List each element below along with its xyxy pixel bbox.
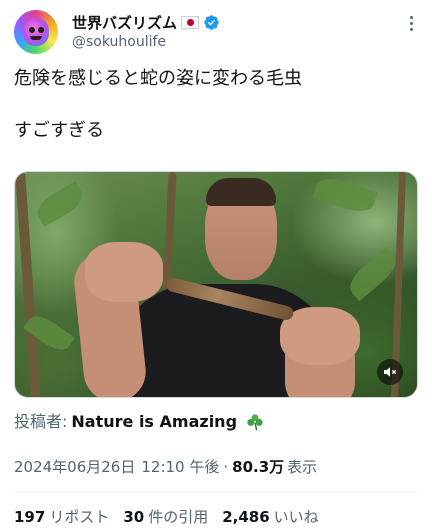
mute-icon[interactable] xyxy=(377,359,403,385)
quotes-count: 30 xyxy=(123,508,145,526)
name-row: 世界バズリズム xyxy=(72,12,220,32)
tweet-text-line: 危険を感じると蛇の姿に変わる毛虫 xyxy=(14,68,302,89)
more-options-icon[interactable] xyxy=(408,16,414,34)
user-handle[interactable]: @sokuhoulife xyxy=(72,34,166,50)
avatar-face xyxy=(23,18,49,46)
japan-flag-icon xyxy=(181,15,200,29)
divider xyxy=(14,492,418,493)
verified-badge-icon xyxy=(204,14,219,30)
likes-label: いいね xyxy=(273,508,319,526)
avatar[interactable] xyxy=(14,10,58,54)
meta-separator: · xyxy=(223,458,229,476)
shamrock-icon xyxy=(247,414,263,431)
likes-stat[interactable]: 2,486 いいね xyxy=(222,506,318,528)
quotes-label: 件の引用 xyxy=(148,508,209,526)
reposts-stat[interactable]: 197 リポスト xyxy=(14,506,109,528)
source-attribution: 投稿者: Nature is Amazing xyxy=(14,410,265,434)
likes-count: 2,486 xyxy=(222,508,270,526)
tweet-time[interactable]: 12:10 午後 xyxy=(141,456,219,478)
display-name[interactable]: 世界バズリズム xyxy=(72,12,177,33)
person-hair xyxy=(206,178,276,206)
person-hand xyxy=(85,242,163,302)
reposts-count: 197 xyxy=(14,508,46,526)
tweet-date[interactable]: 2024年06月26日 xyxy=(14,456,135,478)
tweet-text: 危険を感じると蛇の姿に変わる毛虫 すごすぎる xyxy=(14,66,418,144)
source-label: 投稿者: xyxy=(14,412,68,431)
reposts-label: リポスト xyxy=(49,508,110,526)
tweet-text-line: すごすぎる xyxy=(14,120,105,141)
views-count: 80.3万 xyxy=(232,458,285,476)
views-label: 表示 xyxy=(287,458,318,476)
tweet-meta: 2024年06月26日 12:10 午後 · 80.3万 表示 xyxy=(14,456,317,478)
engagement-stats: 197 リポスト 30 件の引用 2,486 いいね xyxy=(14,506,333,528)
tweet-header: 世界バズリズム @sokuhoulife xyxy=(14,10,418,54)
video-player[interactable] xyxy=(14,171,418,398)
source-name[interactable]: Nature is Amazing xyxy=(71,410,237,434)
quotes-stat[interactable]: 30 件の引用 xyxy=(123,506,208,528)
